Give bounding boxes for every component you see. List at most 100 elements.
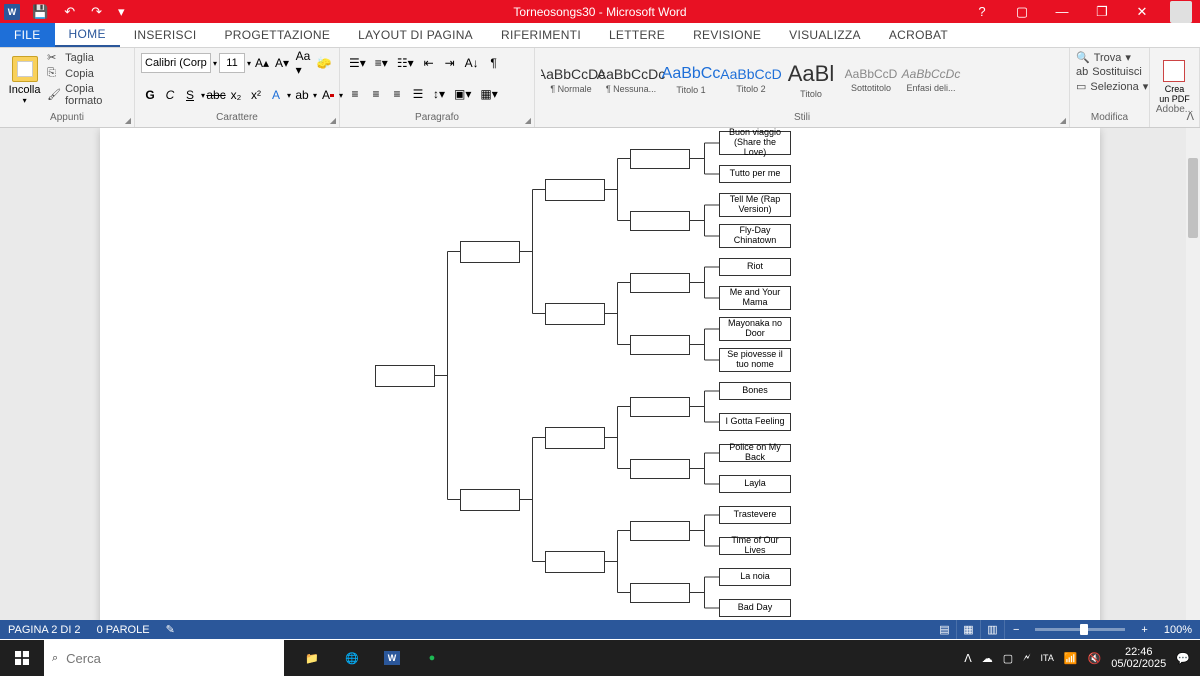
qat-redo-button[interactable]: ↷ bbox=[87, 4, 106, 20]
tab-design[interactable]: PROGETTAZIONE bbox=[210, 23, 344, 47]
highlight-button[interactable]: ab bbox=[293, 85, 311, 105]
styles-dialog-launcher[interactable]: ◢ bbox=[1060, 116, 1066, 125]
tab-mailings[interactable]: LETTERE bbox=[595, 23, 679, 47]
taskbar-search[interactable]: ⌕ bbox=[44, 640, 284, 676]
copy-label: Copia bbox=[65, 68, 94, 80]
paragraph-dialog-launcher[interactable]: ◢ bbox=[525, 116, 531, 125]
tray-language[interactable]: ITA bbox=[1040, 653, 1053, 663]
shrink-font-button[interactable]: A▾ bbox=[273, 53, 291, 73]
group-paragraph: ☰▾ ≡▾ ☷▾ ⇤ ⇥ A↓ ¶ ≡ ≡ ≡ ☰ ↕▾ ▣▾ ▦▾ Parag… bbox=[340, 48, 535, 127]
user-avatar[interactable] bbox=[1170, 1, 1192, 23]
change-case-button[interactable]: Aa ▾ bbox=[293, 53, 313, 73]
style-item-4[interactable]: AaBlTitolo bbox=[781, 51, 841, 109]
style-item-5[interactable]: AaBbCcDSottotitolo bbox=[841, 51, 901, 109]
tray-volume-icon[interactable]: 🔇 bbox=[1088, 652, 1102, 665]
qat-undo-button[interactable]: ↶ bbox=[60, 4, 79, 20]
taskbar-word[interactable]: W bbox=[372, 640, 412, 676]
taskbar-explorer[interactable]: 📁 bbox=[292, 640, 332, 676]
taskbar-chrome[interactable]: 🌐 bbox=[332, 640, 372, 676]
ribbon-options-button[interactable]: ▢ bbox=[1002, 0, 1042, 23]
bullets-button[interactable]: ☰▾ bbox=[346, 53, 369, 73]
help-button[interactable]: ? bbox=[962, 0, 1002, 23]
tray-battery-icon[interactable]: 🗲 bbox=[1023, 652, 1030, 665]
font-dialog-launcher[interactable]: ◢ bbox=[330, 116, 336, 125]
style-item-1[interactable]: AaBbCcDc¶ Nessuna... bbox=[601, 51, 661, 109]
web-layout-button[interactable]: ▥ bbox=[981, 620, 1005, 639]
tab-review[interactable]: REVISIONE bbox=[679, 23, 775, 47]
qat-customize-button[interactable]: ▾ bbox=[114, 4, 129, 20]
start-button[interactable] bbox=[0, 640, 44, 676]
strike-button[interactable]: abc bbox=[207, 85, 225, 105]
text-effects-button[interactable]: A bbox=[267, 85, 285, 105]
bold-button[interactable]: G bbox=[141, 85, 159, 105]
tab-home[interactable]: HOME bbox=[55, 23, 120, 47]
underline-button[interactable]: S bbox=[181, 85, 199, 105]
style-item-2[interactable]: AaBbCcTitolo 1 bbox=[661, 51, 721, 109]
word-count[interactable]: 0 PAROLE bbox=[89, 624, 158, 636]
tab-insert[interactable]: INSERISCI bbox=[120, 23, 211, 47]
taskbar-spotify[interactable]: ● bbox=[412, 640, 452, 676]
zoom-slider[interactable] bbox=[1035, 628, 1125, 631]
document-area[interactable]: Buon viaggio (Share the Love)Tutto per m… bbox=[0, 128, 1200, 620]
font-name-combo[interactable] bbox=[141, 53, 211, 73]
tab-references[interactable]: RIFERIMENTI bbox=[487, 23, 595, 47]
qat-save-button[interactable]: 💾 bbox=[28, 4, 52, 20]
font-color-button[interactable]: A bbox=[319, 85, 337, 105]
superscript-button[interactable]: x² bbox=[247, 85, 265, 105]
align-right-button[interactable]: ≡ bbox=[388, 84, 406, 104]
borders-button[interactable]: ▦▾ bbox=[477, 84, 500, 104]
clear-format-button[interactable]: 🧽 bbox=[315, 53, 333, 73]
grow-font-button[interactable]: A▴ bbox=[253, 53, 271, 73]
close-button[interactable]: ✕ bbox=[1122, 0, 1162, 23]
read-mode-button[interactable]: ▤ bbox=[933, 620, 957, 639]
tab-layout[interactable]: LAYOUT DI PAGINA bbox=[344, 23, 487, 47]
sort-button[interactable]: A↓ bbox=[462, 53, 482, 73]
indent-dec-button[interactable]: ⇤ bbox=[420, 53, 438, 73]
maximize-button[interactable]: ❐ bbox=[1082, 0, 1122, 23]
minimize-button[interactable]: — bbox=[1042, 0, 1082, 23]
tray-notifications-icon[interactable]: 💬 bbox=[1176, 652, 1190, 665]
tab-acrobat[interactable]: ACROBAT bbox=[875, 23, 962, 47]
align-center-button[interactable]: ≡ bbox=[367, 84, 385, 104]
shading-button[interactable]: ▣▾ bbox=[451, 84, 474, 104]
replace-button[interactable]: abSostituisci bbox=[1076, 66, 1143, 78]
subscript-button[interactable]: x₂ bbox=[227, 85, 245, 105]
paste-button[interactable]: Incolla ▾ bbox=[6, 51, 43, 109]
justify-button[interactable]: ☰ bbox=[409, 84, 427, 104]
select-button[interactable]: ▭Seleziona ▾ bbox=[1076, 80, 1143, 93]
italic-button[interactable]: C bbox=[161, 85, 179, 105]
tab-file[interactable]: FILE bbox=[0, 23, 55, 47]
vertical-scrollbar[interactable] bbox=[1186, 128, 1200, 620]
style-item-0[interactable]: AaBbCcDc¶ Normale bbox=[541, 51, 601, 109]
format-painter-button[interactable]: 🖌Copia formato bbox=[47, 83, 128, 107]
find-button[interactable]: 🔍Trova ▾ bbox=[1076, 51, 1143, 64]
font-size-combo[interactable] bbox=[219, 53, 245, 73]
zoom-out-button[interactable]: − bbox=[1005, 624, 1027, 636]
print-layout-button[interactable]: ▦ bbox=[957, 620, 981, 639]
proofing-icon[interactable]: ✎ bbox=[158, 623, 183, 636]
tray-meet-icon[interactable]: ▢ bbox=[1003, 652, 1013, 665]
numbering-button[interactable]: ≡▾ bbox=[372, 53, 391, 73]
style-item-3[interactable]: AaBbCcDTitolo 2 bbox=[721, 51, 781, 109]
line-spacing-button[interactable]: ↕▾ bbox=[430, 84, 448, 104]
show-marks-button[interactable]: ¶ bbox=[485, 53, 503, 73]
tab-view[interactable]: VISUALIZZA bbox=[775, 23, 875, 47]
align-left-button[interactable]: ≡ bbox=[346, 84, 364, 104]
zoom-in-button[interactable]: + bbox=[1133, 624, 1155, 636]
style-item-6[interactable]: AaBbCcDcEnfasi deli... bbox=[901, 51, 961, 109]
indent-inc-button[interactable]: ⇥ bbox=[441, 53, 459, 73]
page-indicator[interactable]: PAGINA 2 DI 2 bbox=[0, 624, 89, 636]
tray-wifi-icon[interactable]: 📶 bbox=[1064, 652, 1078, 665]
clipboard-dialog-launcher[interactable]: ◢ bbox=[125, 116, 131, 125]
tray-clock[interactable]: 22:46 05/02/2025 bbox=[1111, 646, 1166, 670]
tray-onedrive-icon[interactable]: ☁ bbox=[982, 652, 993, 665]
collapse-ribbon-button[interactable]: ᐱ bbox=[1186, 110, 1194, 123]
copy-button[interactable]: ⎘Copia bbox=[47, 67, 128, 81]
multilevel-button[interactable]: ☷▾ bbox=[394, 53, 417, 73]
taskbar-search-input[interactable] bbox=[66, 651, 276, 666]
scrollbar-thumb[interactable] bbox=[1188, 158, 1198, 238]
tray-chevron[interactable]: ᐱ bbox=[964, 652, 972, 665]
cut-button[interactable]: ✂Taglia bbox=[47, 51, 128, 65]
create-pdf-button[interactable]: Creaun PDF bbox=[1159, 60, 1190, 104]
zoom-level[interactable]: 100% bbox=[1156, 624, 1200, 636]
